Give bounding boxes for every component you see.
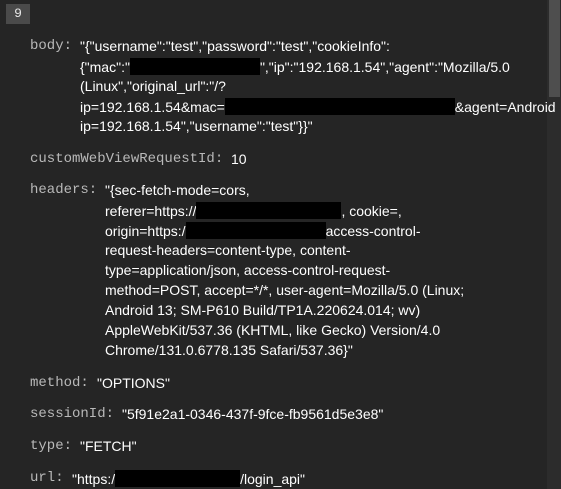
body-value-line: ip=192.168.1.54&mac= &agent=Android bbox=[80, 98, 556, 115]
headers-value-line: AppleWebKit/537.36 (KHTML, like Gecko) V… bbox=[105, 322, 440, 338]
headers-value-line: Chrome/131.0.6778.135 Safari/537.36}" bbox=[105, 342, 353, 358]
headers-text: access-control- bbox=[325, 223, 421, 239]
redaction-box bbox=[115, 470, 241, 487]
headers-value-line: "{sec-fetch-mode=cors, bbox=[105, 182, 250, 198]
headers-text: type=application/json, access-control-re… bbox=[105, 262, 391, 278]
body-text: "{"username":"test","password":"test","c… bbox=[80, 38, 390, 54]
headers-value-line: origin=https:/ access-control- bbox=[105, 222, 420, 239]
headers-key: headers: bbox=[30, 182, 98, 198]
headers-text: request-headers=content-type, content- bbox=[105, 242, 351, 258]
body-value-line: ip=192.168.1.54","username":"test"}}" bbox=[80, 118, 313, 134]
headers-text: , cookie=, bbox=[341, 203, 402, 219]
url-text: /login_api" bbox=[240, 471, 306, 487]
body-text: {"mac":" bbox=[80, 59, 130, 75]
body-text: ","ip":"192.168.1.54","agent":"Mozilla/5… bbox=[259, 59, 510, 75]
headers-text: Android 13; SM-P610 Build/TP1A.220624.01… bbox=[105, 302, 421, 318]
headers-text: method=POST, accept=*/*, user-agent=Mozi… bbox=[105, 282, 465, 298]
redaction-box bbox=[185, 222, 326, 239]
headers-value-line: method=POST, accept=*/*, user-agent=Mozi… bbox=[105, 282, 464, 298]
headers-text: "{sec-fetch-mode=cors, bbox=[105, 182, 250, 198]
scrollbar-thumb[interactable] bbox=[549, 0, 560, 97]
method-value: "OPTIONS" bbox=[97, 375, 170, 391]
redaction-box bbox=[196, 202, 342, 219]
log-entry-panel: 9 body: "{"username":"test","password":"… bbox=[0, 0, 561, 489]
url-text: "https:/ bbox=[72, 471, 116, 487]
body-key: body: bbox=[30, 38, 73, 54]
method-key: method: bbox=[30, 375, 89, 391]
headers-value-line: Android 13; SM-P610 Build/TP1A.220624.01… bbox=[105, 302, 420, 318]
headers-text: AppleWebKit/537.36 (KHTML, like Gecko) V… bbox=[105, 322, 441, 338]
vertical-scrollbar[interactable] bbox=[547, 0, 561, 489]
body-value-line: "{"username":"test","password":"test","c… bbox=[80, 38, 390, 54]
session-id-value: "5f91e2a1-0346-437f-9fce-fb9561d5e3e8" bbox=[122, 406, 384, 422]
body-value-line: (Linux","original_url":"/? bbox=[80, 78, 226, 94]
type-value: "FETCH" bbox=[80, 438, 137, 454]
body-text: &agent=Android bbox=[454, 99, 556, 115]
body-text: (Linux","original_url":"/? bbox=[80, 78, 226, 94]
headers-text: origin=https:/ bbox=[105, 223, 186, 239]
headers-value-line: request-headers=content-type, content- bbox=[105, 242, 351, 258]
url-value: "https:/ /login_api" bbox=[72, 470, 305, 487]
custom-webview-request-id-key: customWebViewRequestId: bbox=[30, 151, 224, 167]
url-key: url: bbox=[30, 470, 64, 486]
headers-value-line: referer=https:// , cookie=, bbox=[105, 202, 402, 219]
custom-webview-request-id-value: 10 bbox=[231, 151, 247, 167]
entry-index-badge: 9 bbox=[6, 4, 30, 24]
body-text: ip=192.168.1.54","username":"test"}}" bbox=[80, 118, 313, 134]
type-key: type: bbox=[30, 438, 73, 454]
headers-value-line: type=application/json, access-control-re… bbox=[105, 262, 390, 278]
redaction-box bbox=[224, 98, 455, 115]
body-value-line: {"mac":" ","ip":"192.168.1.54","agent":"M… bbox=[80, 58, 510, 75]
headers-text: referer=https:// bbox=[105, 203, 197, 219]
session-id-key: sessionId: bbox=[30, 406, 115, 422]
headers-text: Chrome/131.0.6778.135 Safari/537.36}" bbox=[105, 342, 353, 358]
redaction-box bbox=[129, 58, 260, 75]
body-text: ip=192.168.1.54&mac= bbox=[80, 99, 225, 115]
